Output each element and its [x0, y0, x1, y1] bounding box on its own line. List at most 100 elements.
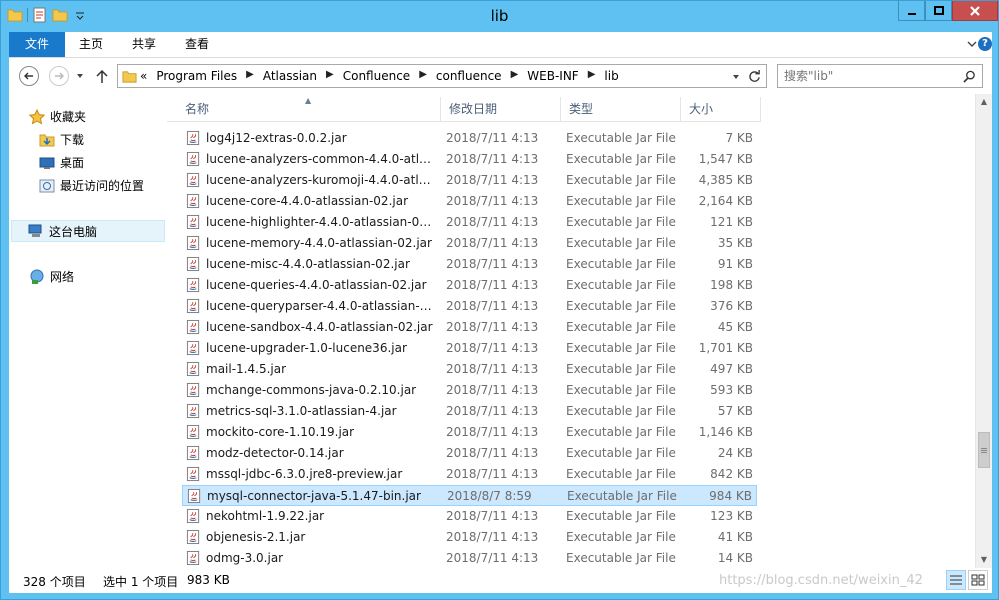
file-type: Executable Jar File — [566, 383, 676, 397]
file-row[interactable]: lucene-memory-4.4.0-atlassian-02.jar 2018… — [182, 233, 757, 254]
address-bar[interactable]: « Program Files ▶ Atlassian ▶ Confluence… — [117, 64, 767, 88]
tab-home[interactable]: 主页 — [71, 32, 111, 57]
breadcrumb-confluence[interactable]: Confluence — [343, 69, 410, 83]
file-modified: 2018/7/11 4:13 — [446, 173, 539, 187]
breadcrumb-overflow[interactable]: « — [140, 69, 147, 83]
jar-file-icon — [186, 298, 201, 314]
breadcrumb-separator-icon[interactable]: ▶ — [246, 69, 254, 83]
large-icons-view-button[interactable] — [968, 570, 988, 590]
recent-icon — [39, 179, 55, 192]
details-view-button[interactable] — [946, 570, 966, 590]
file-row[interactable]: lucene-queryparser-4.4.0-atlassian-02.ja… — [182, 296, 757, 317]
column-header-size[interactable]: 大小 — [681, 97, 761, 122]
column-header-name[interactable]: 名称 — [177, 97, 441, 122]
file-name: mail-1.4.5.jar — [206, 362, 287, 376]
file-size: 593 KB — [710, 383, 753, 397]
main-area: 收藏夹 下载 桌面 最近访问的位置 这台电脑 网络 ▲ 名称 修改日期 类型 大… — [9, 94, 992, 568]
file-row[interactable]: metrics-sql-3.1.0-atlassian-4.jar 2018/7/… — [182, 401, 757, 422]
file-modified: 2018/7/11 4:13 — [446, 362, 539, 376]
file-row[interactable]: mysql-connector-java-5.1.47-bin.jar 2018/… — [182, 485, 757, 506]
file-row[interactable]: modz-detector-0.14.jar 2018/7/11 4:13 Exec… — [182, 443, 757, 464]
tab-file[interactable]: 文件 — [9, 32, 65, 57]
forward-button[interactable] — [49, 66, 69, 86]
file-name: lucene-upgrader-1.0-lucene36.jar — [206, 341, 407, 355]
file-size: 2,164 KB — [698, 194, 753, 208]
nav-item-recent[interactable]: 最近访问的位置 — [39, 177, 144, 194]
nav-item-desktop[interactable]: 桌面 — [39, 154, 84, 171]
file-list: ▲ 名称 修改日期 类型 大小 log4j12-extras-0.0.2.jar… — [167, 94, 975, 568]
nav-item-favorites[interactable]: 收藏夹 — [29, 108, 86, 125]
breadcrumb-lib[interactable]: lib — [604, 69, 618, 83]
help-button[interactable]: ? — [978, 37, 992, 51]
breadcrumb-program-files[interactable]: Program Files — [156, 69, 237, 83]
file-row[interactable]: lucene-queries-4.4.0-atlassian-02.jar 201… — [182, 275, 757, 296]
breadcrumb-web-inf[interactable]: WEB-INF — [527, 69, 578, 83]
breadcrumb-separator-icon[interactable]: ▶ — [588, 69, 596, 83]
file-row[interactable]: lucene-upgrader-1.0-lucene36.jar 2018/7/1… — [182, 338, 757, 359]
file-row[interactable]: nekohtml-1.9.22.jar 2018/7/11 4:13 Executa… — [182, 506, 757, 527]
up-icon[interactable] — [95, 68, 109, 84]
file-row[interactable]: odmg-3.0.jar 2018/7/11 4:13 Executable Jar… — [182, 548, 757, 568]
file-type: Executable Jar File — [566, 236, 676, 250]
tab-view[interactable]: 查看 — [177, 32, 217, 57]
file-row[interactable]: objenesis-2.1.jar 2018/7/11 4:13 Executabl… — [182, 527, 757, 548]
back-icon — [24, 72, 33, 80]
desktop-icon — [39, 157, 55, 169]
column-header-type[interactable]: 类型 — [561, 97, 681, 122]
scroll-up-icon[interactable]: ▲ — [976, 94, 992, 110]
file-type: Executable Jar File — [567, 489, 677, 503]
maximize-button[interactable] — [925, 1, 952, 21]
address-dropdown-icon[interactable] — [732, 73, 740, 81]
file-row[interactable]: lucene-sandbox-4.4.0-atlassian-02.jar 201… — [182, 317, 757, 338]
nav-item-this-pc[interactable]: 这台电脑 — [11, 220, 165, 242]
status-bar: 328 个项目 选中 1 个项目 983 KB https://blog.csd… — [9, 568, 992, 593]
file-type: Executable Jar File — [566, 194, 676, 208]
file-modified: 2018/7/11 4:13 — [446, 278, 539, 292]
watermark: https://blog.csdn.net/weixin_42 — [719, 573, 923, 588]
jar-file-icon — [186, 235, 201, 251]
jar-file-icon — [186, 424, 201, 440]
file-row[interactable]: log4j12-extras-0.0.2.jar 2018/7/11 4:13 Ex… — [182, 128, 757, 149]
search-icon[interactable] — [963, 70, 976, 83]
file-row[interactable]: mchange-commons-java-0.2.10.jar 2018/7/11… — [182, 380, 757, 401]
file-type: Executable Jar File — [566, 509, 676, 523]
minimize-button[interactable] — [898, 1, 925, 21]
file-row[interactable]: lucene-highlighter-4.4.0-atlassian-02.ja… — [182, 212, 757, 233]
nav-item-network[interactable]: 网络 — [29, 268, 74, 285]
column-header-modified[interactable]: 修改日期 — [441, 97, 561, 122]
jar-file-icon — [186, 361, 201, 377]
file-row[interactable]: lucene-analyzers-common-4.4.0-atlassian-… — [182, 149, 757, 170]
nav-item-downloads[interactable]: 下载 — [39, 131, 84, 148]
breadcrumb-confluence-sub[interactable]: confluence — [436, 69, 502, 83]
file-name: lucene-misc-4.4.0-atlassian-02.jar — [206, 257, 410, 271]
recent-locations-icon[interactable] — [76, 72, 84, 80]
close-icon — [970, 5, 980, 16]
close-button[interactable] — [952, 1, 998, 21]
file-type: Executable Jar File — [566, 530, 676, 544]
expand-ribbon-icon[interactable] — [966, 38, 978, 50]
search-input[interactable] — [784, 69, 954, 83]
back-button[interactable] — [19, 66, 39, 86]
scroll-thumb[interactable] — [978, 432, 990, 468]
breadcrumb-separator-icon[interactable]: ▶ — [326, 69, 334, 83]
tab-share[interactable]: 共享 — [124, 32, 164, 57]
breadcrumb-separator-icon[interactable]: ▶ — [419, 69, 427, 83]
breadcrumb-separator-icon[interactable]: ▶ — [511, 69, 519, 83]
file-type: Executable Jar File — [566, 404, 676, 418]
file-name: lucene-analyzers-kuromoji-4.4.0-atlassia… — [206, 173, 438, 187]
file-type: Executable Jar File — [566, 341, 676, 355]
file-row[interactable]: mail-1.4.5.jar 2018/7/11 4:13 Executable J… — [182, 359, 757, 380]
scroll-down-icon[interactable]: ▼ — [976, 552, 992, 568]
file-row[interactable]: mssql-jdbc-6.3.0.jre8-preview.jar 2018/7/… — [182, 464, 757, 485]
vertical-scrollbar[interactable]: ▲ ▼ — [975, 94, 992, 568]
refresh-icon[interactable] — [748, 70, 761, 83]
file-row[interactable]: lucene-analyzers-kuromoji-4.4.0-atlassia… — [182, 170, 757, 191]
file-modified: 2018/7/11 4:13 — [446, 509, 539, 523]
star-icon — [29, 108, 45, 125]
file-row[interactable]: lucene-misc-4.4.0-atlassian-02.jar 2018/7… — [182, 254, 757, 275]
breadcrumb-atlassian[interactable]: Atlassian — [263, 69, 317, 83]
file-row[interactable]: lucene-core-4.4.0-atlassian-02.jar 2018/7… — [182, 191, 757, 212]
file-modified: 2018/7/11 4:13 — [446, 383, 539, 397]
file-size: 24 KB — [717, 446, 753, 460]
file-row[interactable]: mockito-core-1.10.19.jar 2018/7/11 4:13 Ex… — [182, 422, 757, 443]
